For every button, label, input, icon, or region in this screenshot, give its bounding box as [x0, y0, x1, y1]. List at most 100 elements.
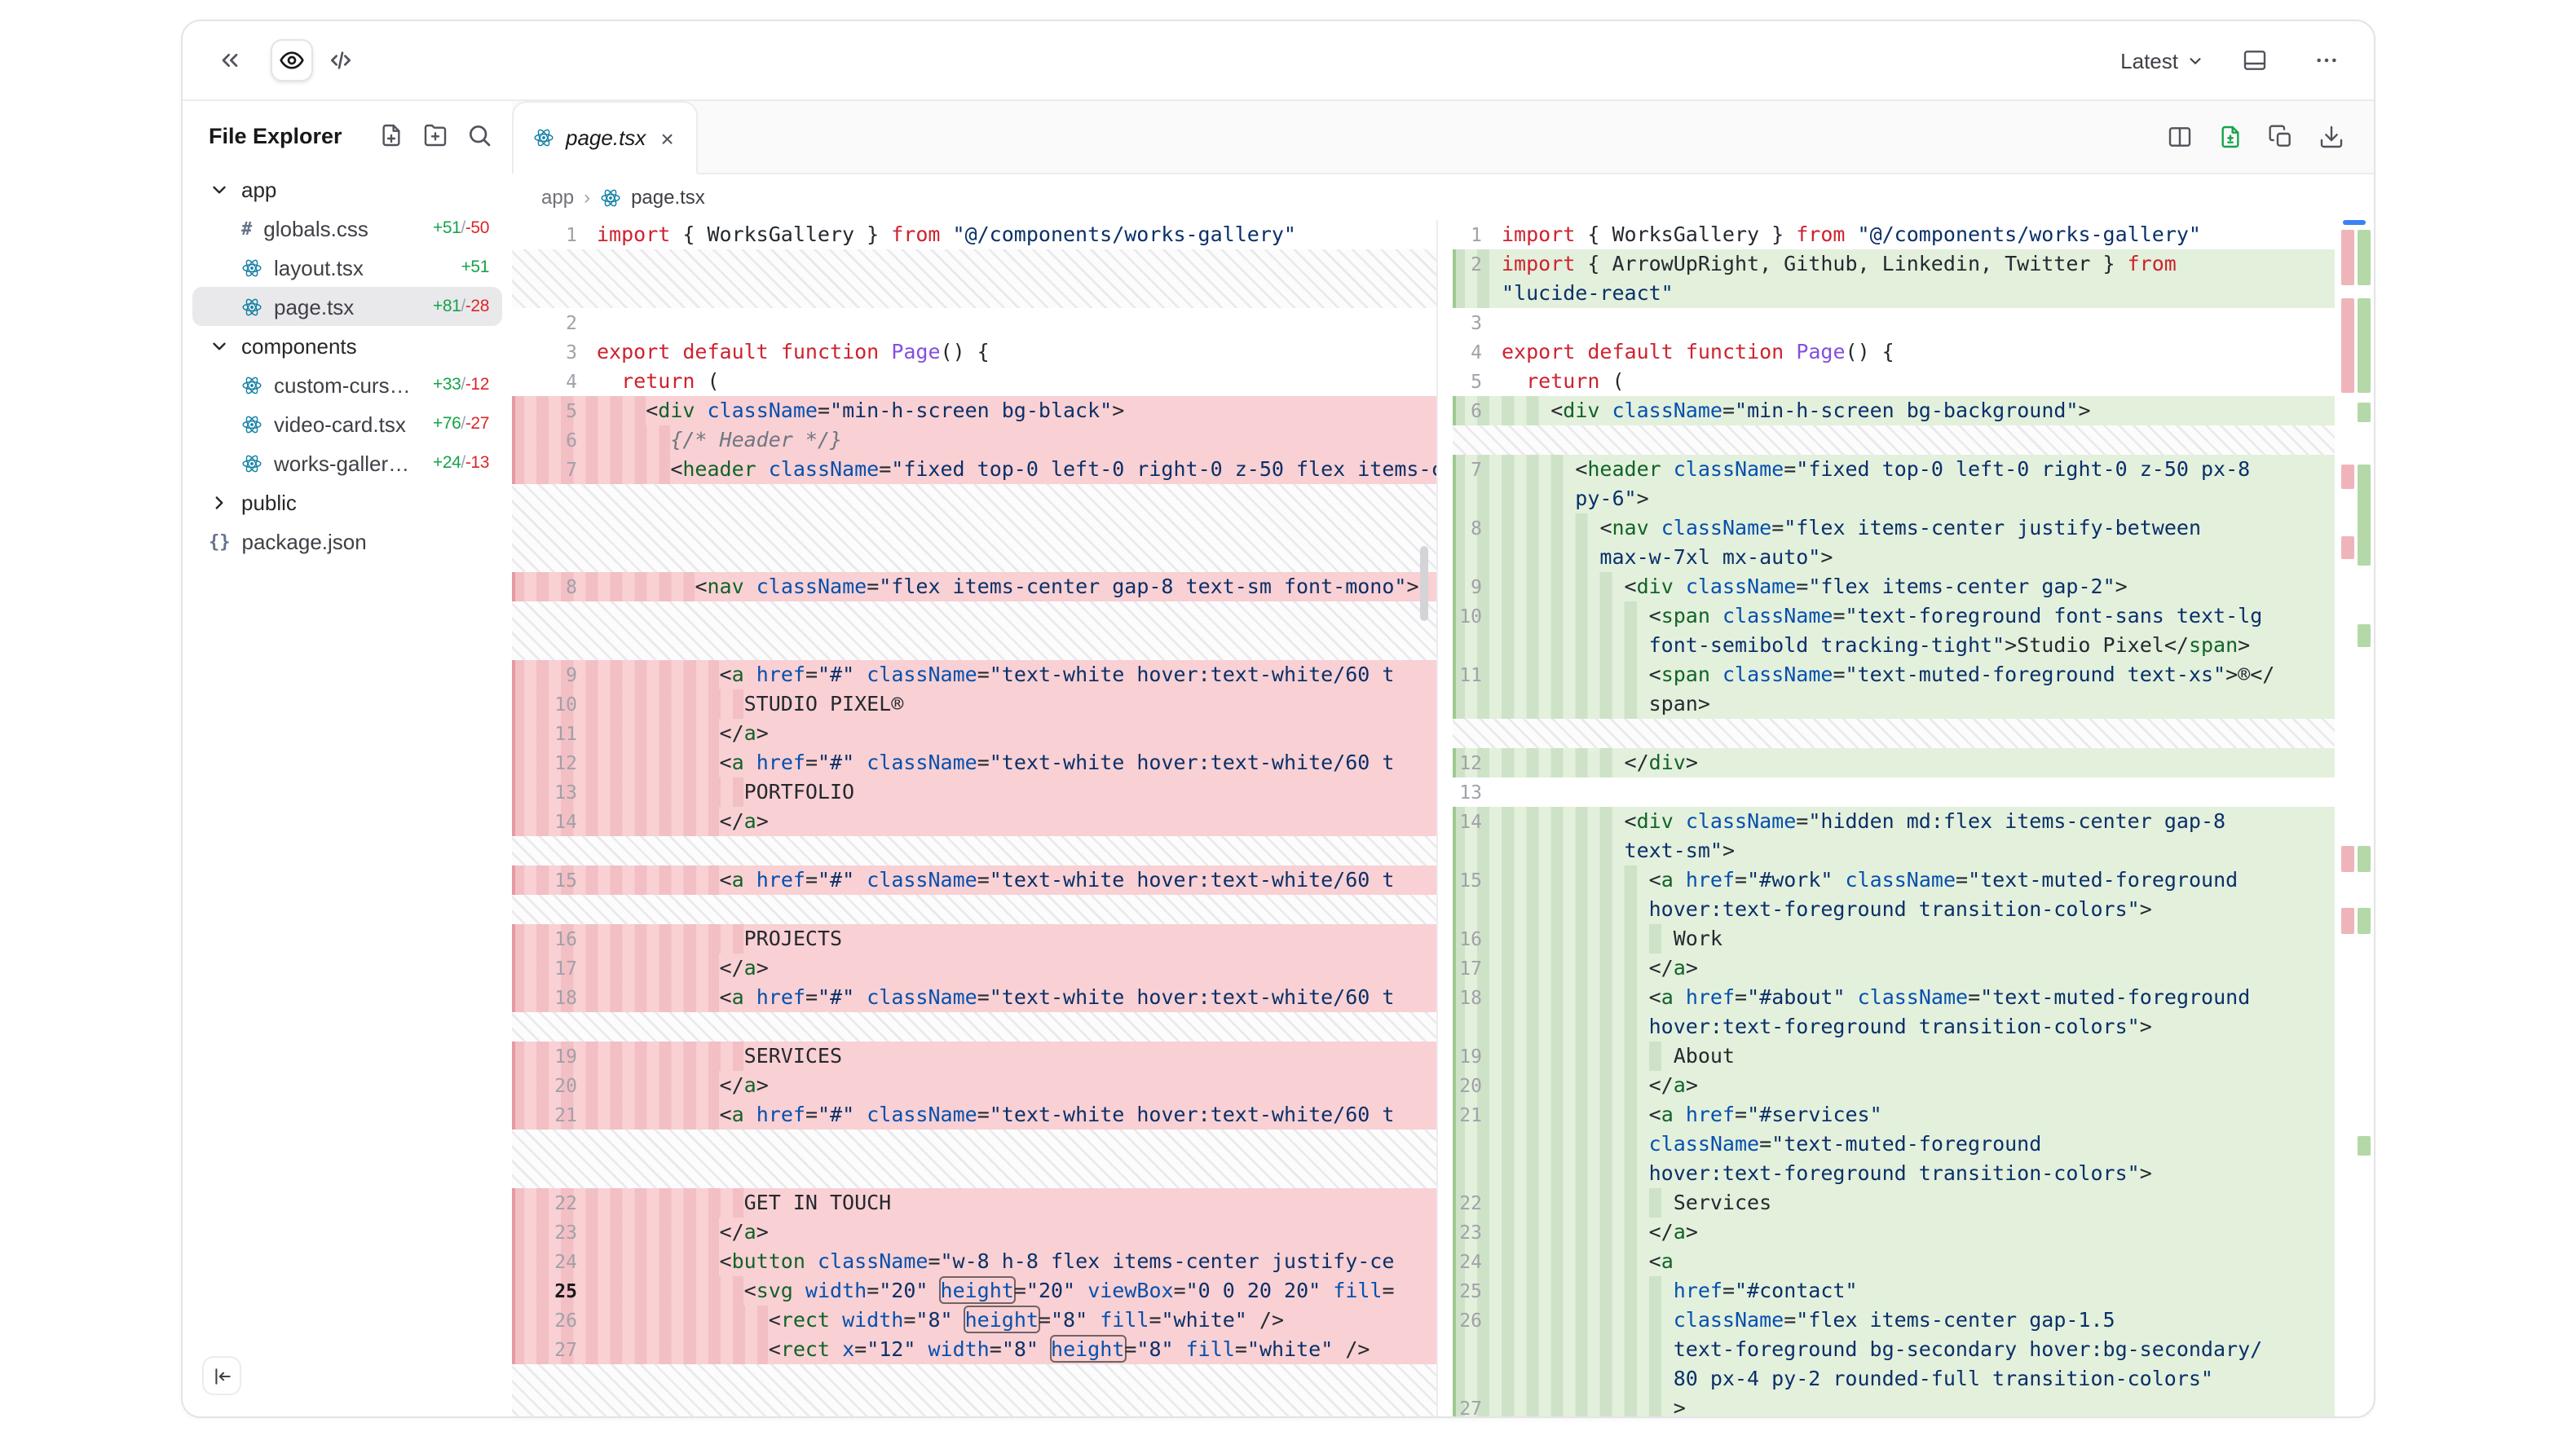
file-diff-icon[interactable] — [2217, 124, 2243, 150]
preview-toggle-button[interactable] — [271, 39, 313, 81]
line-number — [1453, 1159, 1502, 1188]
minimap[interactable] — [2338, 220, 2374, 1416]
collapse-panel-chevrons-button[interactable] — [209, 39, 251, 81]
code-text: <a href="#work" className="text-muted-fo… — [1502, 865, 2335, 895]
line-number: 4 — [1453, 337, 1502, 367]
code-text: <nav className="flex items-center justif… — [1502, 513, 2335, 543]
diff-filler — [512, 249, 1436, 308]
line-number — [1453, 895, 1502, 924]
code-text: Work — [1502, 924, 2335, 954]
code-text: <svg width="20" height="20" viewBox="0 0… — [597, 1276, 1436, 1306]
file-item-custom-curs-[interactable]: custom-curs…+33/-12 — [192, 365, 502, 404]
code-line-15: 15 <a href="#" className="text-white hov… — [512, 865, 1436, 895]
line-number: 3 — [512, 337, 597, 367]
line-number: 10 — [512, 689, 597, 719]
code-text: <rect width="8" height="8" fill="white" … — [597, 1306, 1436, 1335]
minimap-mark — [2358, 908, 2371, 934]
diff-stat-badge: +51 — [461, 258, 489, 277]
code-text: 80 px-4 py-2 rounded-full transition-col… — [1502, 1364, 2335, 1394]
code-line-1: 1import { WorksGallery } from "@/compone… — [1453, 220, 2335, 249]
code-text: Services — [1502, 1188, 2335, 1218]
code-text: import { ArrowUpRight, Github, Linkedin,… — [1502, 249, 2335, 279]
file-item-package-json[interactable]: {}package.json — [192, 522, 502, 561]
tab-close-icon[interactable]: × — [657, 123, 677, 152]
line-number: 16 — [512, 924, 597, 954]
line-number: 1 — [512, 220, 597, 249]
tab-page-tsx[interactable]: page.tsx × — [512, 101, 699, 174]
new-folder-icon[interactable] — [422, 122, 448, 148]
line-number — [1453, 1012, 1502, 1042]
file-label: works-galler… — [274, 451, 409, 475]
left-pane-scrollbar-thumb[interactable] — [1420, 546, 1428, 621]
hash-file-icon: # — [241, 218, 252, 239]
code-text: export default function Page() { — [1502, 337, 2335, 367]
line-number: 7 — [1453, 455, 1502, 484]
react-file-icon — [241, 452, 262, 473]
code-text: text-foreground bg-secondary hover:bg-se… — [1502, 1335, 2335, 1364]
diff-filler — [512, 895, 1436, 924]
line-number: 4 — [512, 367, 597, 396]
minimap-mark — [2358, 298, 2371, 393]
react-icon — [600, 187, 621, 208]
code-text: > — [1502, 1394, 2335, 1416]
folder-item-app[interactable]: app — [192, 170, 502, 209]
copy-icon[interactable] — [2268, 124, 2294, 150]
search-icon[interactable] — [466, 122, 492, 148]
code-text: max-w-7xl mx-auto"> — [1502, 543, 2335, 572]
code-line-17: 17 </a> — [512, 954, 1436, 983]
code-line-wrap: hover:text-foreground transition-colors"… — [1453, 1012, 2335, 1042]
react-file-icon — [241, 413, 262, 434]
code-line-12: 12 <a href="#" className="text-white hov… — [512, 748, 1436, 777]
code-line-25: 25 <svg width="20" height="20" viewBox="… — [512, 1276, 1436, 1306]
code-text — [597, 308, 1436, 337]
file-item-page-tsx[interactable]: page.tsx+81/-28 — [192, 287, 502, 326]
line-number: 22 — [512, 1188, 597, 1218]
code-text: <span className="text-muted-foreground t… — [1502, 660, 2335, 689]
split-view-icon[interactable] — [2167, 124, 2193, 150]
code-line-24: 24 <a — [1453, 1247, 2335, 1276]
breadcrumb-parent[interactable]: app — [541, 186, 574, 209]
code-text: About — [1502, 1042, 2335, 1071]
line-number: 13 — [512, 777, 597, 807]
breadcrumb-file[interactable]: page.tsx — [631, 186, 705, 209]
code-text: </a> — [597, 1218, 1436, 1247]
code-text: <a href="#" className="text-white hover:… — [597, 865, 1436, 895]
main-area: File Explorer app#globals.css+51/-50layo… — [183, 101, 2374, 1416]
file-item-globals-css[interactable]: #globals.css+51/-50 — [192, 209, 502, 248]
file-label: layout.tsx — [274, 255, 364, 280]
line-number: 26 — [512, 1306, 597, 1335]
top-bar: Latest — [183, 21, 2374, 101]
version-dropdown[interactable]: Latest — [2120, 48, 2204, 73]
code-text: <a href="#about" className="text-muted-f… — [1502, 983, 2335, 1012]
more-options-button[interactable] — [2305, 39, 2348, 81]
line-number: 25 — [1453, 1276, 1502, 1306]
line-number: 27 — [512, 1335, 597, 1364]
code-line-23: 23 </a> — [1453, 1218, 2335, 1247]
file-label: components — [241, 333, 357, 358]
code-line-3: 3export default function Page() { — [512, 337, 1436, 367]
panel-layout-button[interactable] — [2234, 39, 2276, 81]
file-label: globals.css — [263, 216, 368, 240]
line-number: 9 — [1453, 572, 1502, 601]
code-line-19: 19 About — [1453, 1042, 2335, 1071]
line-number: 27 — [1453, 1394, 1502, 1416]
folder-item-public[interactable]: public — [192, 482, 502, 522]
file-item-works-galler-[interactable]: works-galler…+24/-13 — [192, 443, 502, 482]
new-file-icon[interactable] — [378, 122, 404, 148]
code-text: </a> — [1502, 954, 2335, 983]
line-number: 12 — [1453, 748, 1502, 777]
code-line-19: 19 SERVICES — [512, 1042, 1436, 1071]
code-text: import { WorksGallery } from "@/componen… — [597, 220, 1436, 249]
collapse-sidebar-button[interactable] — [202, 1356, 241, 1395]
file-label: video-card.tsx — [274, 412, 406, 436]
line-number — [1453, 836, 1502, 865]
code-text — [1502, 777, 2335, 807]
download-icon[interactable] — [2318, 124, 2344, 150]
file-item-video-card-tsx[interactable]: video-card.tsx+76/-27 — [192, 404, 502, 443]
eye-icon — [279, 47, 305, 73]
code-toggle-button[interactable] — [320, 39, 362, 81]
file-tree: app#globals.css+51/-50layout.tsx+51page.… — [183, 163, 512, 561]
folder-item-components[interactable]: components — [192, 326, 502, 365]
breadcrumb-chevron-icon: › — [584, 186, 590, 209]
file-item-layout-tsx[interactable]: layout.tsx +51 — [192, 248, 502, 287]
